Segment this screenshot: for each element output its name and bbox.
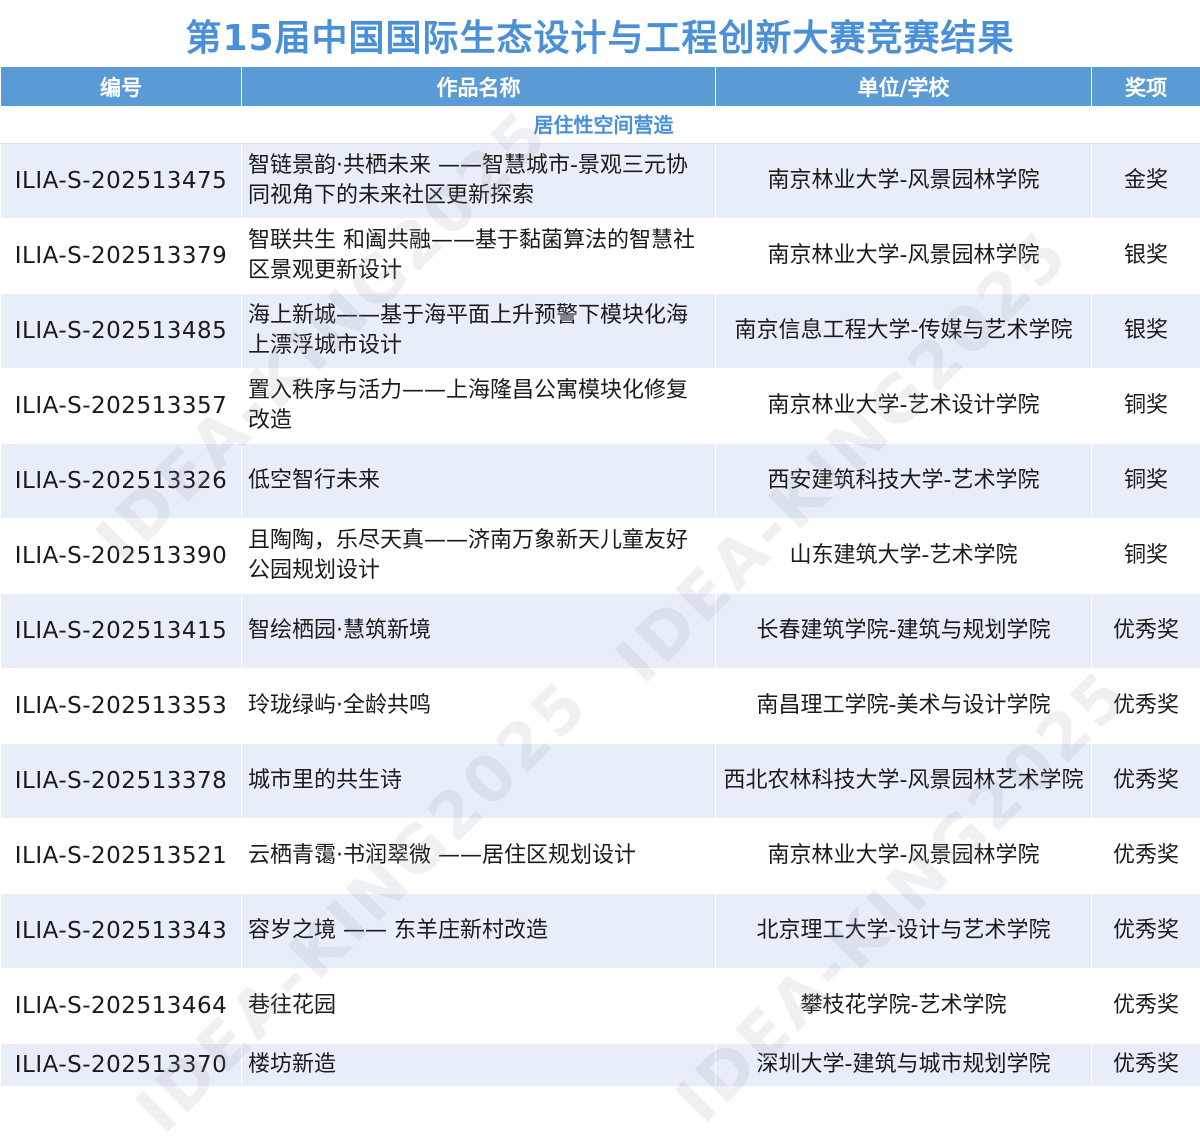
section-title: 居住性空间营造 — [1, 107, 1200, 144]
cell-award: 银奖 — [1092, 294, 1200, 369]
cell-unit: 山东建筑大学-艺术学院 — [716, 519, 1092, 594]
cell-unit: 南京林业大学-风景园林学院 — [716, 819, 1092, 894]
column-header-id: 编号 — [1, 67, 242, 107]
cell-award: 铜奖 — [1092, 444, 1200, 519]
cell-unit: 长春建筑学院-建筑与规划学院 — [716, 594, 1092, 669]
cell-id: ILIA-S-202513379 — [1, 219, 242, 294]
cell-unit: 西北农林科技大学-风景园林艺术学院 — [716, 744, 1092, 819]
cell-id: ILIA-S-202513415 — [1, 594, 242, 669]
cell-id: ILIA-S-202513326 — [1, 444, 242, 519]
cell-name: 巷往花园 — [242, 969, 716, 1044]
table-row: ILIA-S-202513326低空智行未来西安建筑科技大学-艺术学院铜奖 — [1, 444, 1200, 519]
cell-unit: 深圳大学-建筑与城市规划学院 — [716, 1044, 1092, 1087]
cell-id: ILIA-S-202513475 — [1, 144, 242, 219]
cell-award: 金奖 — [1092, 144, 1200, 219]
cell-unit: 南昌理工学院-美术与设计学院 — [716, 669, 1092, 744]
cell-id: ILIA-S-202513485 — [1, 294, 242, 369]
cell-id: ILIA-S-202513464 — [1, 969, 242, 1044]
cell-name: 置入秩序与活力——上海隆昌公寓模块化修复改造 — [242, 369, 716, 444]
cell-award: 优秀奖 — [1092, 744, 1200, 819]
cell-name: 且陶陶，乐尽天真——济南万象新天儿童友好公园规划设计 — [242, 519, 716, 594]
column-header-unit: 单位/学校 — [716, 67, 1092, 107]
table-row: ILIA-S-202513521云栖青霭·书润翠微 ——居住区规划设计南京林业大… — [1, 819, 1200, 894]
cell-award: 铜奖 — [1092, 519, 1200, 594]
cell-id: ILIA-S-202513353 — [1, 669, 242, 744]
cell-id: ILIA-S-202513390 — [1, 519, 242, 594]
cell-unit: 南京林业大学-风景园林学院 — [716, 219, 1092, 294]
table-header-row: 编号 作品名称 单位/学校 奖项 — [1, 67, 1200, 107]
cell-name: 云栖青霭·书润翠微 ——居住区规划设计 — [242, 819, 716, 894]
cell-id: ILIA-S-202513343 — [1, 894, 242, 969]
table-row: ILIA-S-202513357置入秩序与活力——上海隆昌公寓模块化修复改造南京… — [1, 369, 1200, 444]
page-title: 第15届中国国际生态设计与工程创新大赛竞赛结果 — [0, 0, 1200, 66]
cell-name: 智绘栖园·慧筑新境 — [242, 594, 716, 669]
cell-id: ILIA-S-202513378 — [1, 744, 242, 819]
table-row: ILIA-S-202513379智联共生 和阖共融——基于黏菌算法的智慧社区景观… — [1, 219, 1200, 294]
cell-id: ILIA-S-202513521 — [1, 819, 242, 894]
cell-award: 优秀奖 — [1092, 594, 1200, 669]
cell-award: 银奖 — [1092, 219, 1200, 294]
table-row: ILIA-S-202513390且陶陶，乐尽天真——济南万象新天儿童友好公园规划… — [1, 519, 1200, 594]
cell-unit: 北京理工大学-设计与艺术学院 — [716, 894, 1092, 969]
cell-id: ILIA-S-202513357 — [1, 369, 242, 444]
table-row: ILIA-S-202513464巷往花园攀枝花学院-艺术学院优秀奖 — [1, 969, 1200, 1044]
cell-award: 优秀奖 — [1092, 894, 1200, 969]
cell-unit: 西安建筑科技大学-艺术学院 — [716, 444, 1092, 519]
table-row: ILIA-S-202513475智链景韵·共栖未来 ——智慧城市-景观三元协同视… — [1, 144, 1200, 219]
cell-id: ILIA-S-202513370 — [1, 1044, 242, 1087]
cell-unit: 南京信息工程大学-传媒与艺术学院 — [716, 294, 1092, 369]
cell-name: 低空智行未来 — [242, 444, 716, 519]
cell-award: 优秀奖 — [1092, 819, 1200, 894]
table-row: ILIA-S-202513370楼坊新造深圳大学-建筑与城市规划学院优秀奖 — [1, 1044, 1200, 1087]
table-row: ILIA-S-202513353玲珑绿屿·全龄共鸣南昌理工学院-美术与设计学院优… — [1, 669, 1200, 744]
cell-name: 楼坊新造 — [242, 1044, 716, 1087]
table-row: ILIA-S-202513343容岁之境 —— 东羊庄新村改造北京理工大学-设计… — [1, 894, 1200, 969]
cell-name: 城市里的共生诗 — [242, 744, 716, 819]
cell-name: 智链景韵·共栖未来 ——智慧城市-景观三元协同视角下的未来社区更新探索 — [242, 144, 716, 219]
column-header-award: 奖项 — [1092, 67, 1200, 107]
cell-name: 玲珑绿屿·全龄共鸣 — [242, 669, 716, 744]
table-row: ILIA-S-202513485海上新城——基于海平面上升预警下模块化海上漂浮城… — [1, 294, 1200, 369]
cell-name: 容岁之境 —— 东羊庄新村改造 — [242, 894, 716, 969]
results-table: 编号 作品名称 单位/学校 奖项 居住性空间营造 ILIA-S-20251347… — [0, 66, 1200, 1087]
cell-award: 铜奖 — [1092, 369, 1200, 444]
cell-award: 优秀奖 — [1092, 969, 1200, 1044]
table-row: ILIA-S-202513378城市里的共生诗西北农林科技大学-风景园林艺术学院… — [1, 744, 1200, 819]
table-row: ILIA-S-202513415智绘栖园·慧筑新境长春建筑学院-建筑与规划学院优… — [1, 594, 1200, 669]
cell-unit: 南京林业大学-艺术设计学院 — [716, 369, 1092, 444]
section-row: 居住性空间营造 — [1, 107, 1200, 144]
cell-award: 优秀奖 — [1092, 1044, 1200, 1087]
cell-name: 海上新城——基于海平面上升预警下模块化海上漂浮城市设计 — [242, 294, 716, 369]
cell-unit: 南京林业大学-风景园林学院 — [716, 144, 1092, 219]
cell-unit: 攀枝花学院-艺术学院 — [716, 969, 1092, 1044]
column-header-name: 作品名称 — [242, 67, 716, 107]
cell-award: 优秀奖 — [1092, 669, 1200, 744]
cell-name: 智联共生 和阖共融——基于黏菌算法的智慧社区景观更新设计 — [242, 219, 716, 294]
